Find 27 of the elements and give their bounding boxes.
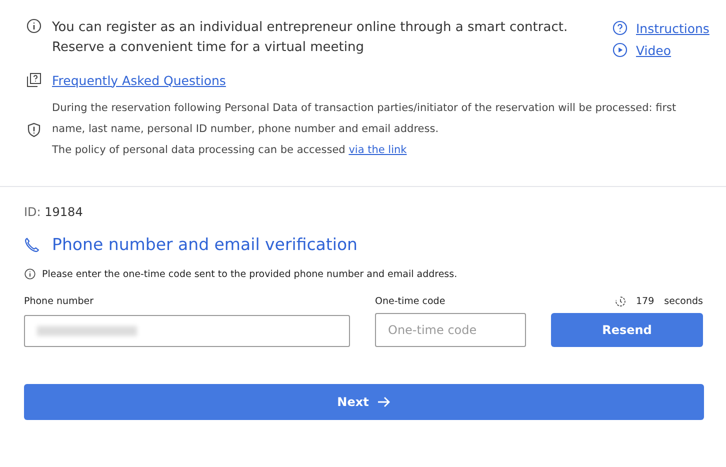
section-title: Phone number and email verification bbox=[52, 235, 358, 254]
link[interactable]: Instructions bbox=[636, 20, 710, 36]
field-label: Phone number bbox=[24, 296, 95, 307]
play-icon bbox=[612, 42, 628, 58]
question-icon bbox=[26, 72, 42, 88]
shield-icon bbox=[26, 122, 42, 138]
faq-link[interactable]: Frequently Asked Questions bbox=[52, 72, 226, 88]
id-value: 19184 bbox=[44, 205, 83, 219]
code-field[interactable]: One-time code bbox=[375, 313, 526, 347]
info-icon bbox=[24, 268, 36, 280]
resend-button[interactable]: Resend bbox=[551, 313, 703, 347]
id-label: ID: bbox=[24, 205, 41, 219]
link[interactable]: Video bbox=[636, 42, 672, 58]
arrow-icon bbox=[376, 396, 391, 408]
next-button[interactable]: Next bbox=[24, 384, 704, 420]
field-label: One-time code bbox=[375, 296, 446, 307]
timer-value: 179 bbox=[636, 296, 654, 307]
phone-field[interactable] bbox=[24, 315, 350, 347]
privacy-text: During the reservation following Personal Data of transaction parties/initiator of the reservation will be processed: first name, last name, personal ID number, phone number and email address. The policy of personal data processing can be accessed via the link bbox=[52, 101, 678, 158]
info-icon bbox=[26, 18, 42, 34]
hint-text: Please enter the one-time code sent to the provided phone number and email address. bbox=[42, 268, 458, 280]
help-icon bbox=[612, 20, 628, 36]
policy-link[interactable]: via the link bbox=[348, 144, 407, 156]
phone-icon bbox=[24, 236, 40, 252]
timer-unit: seconds bbox=[664, 296, 703, 307]
timer-icon bbox=[615, 296, 626, 307]
info-text: You can register as an individual entrepreneur online through a smart contract. Reserve a convenient time for a virtual meeting bbox=[52, 19, 569, 57]
